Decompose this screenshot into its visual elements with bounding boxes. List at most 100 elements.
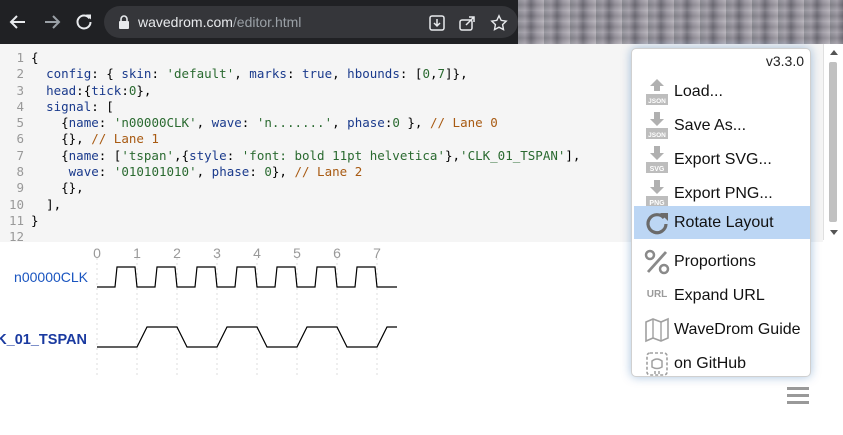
url-host: wavedrom.com	[138, 14, 233, 30]
right-edge-strip	[823, 240, 843, 435]
data-waveform	[97, 326, 397, 348]
code-token: 'tspan'	[121, 147, 175, 163]
menu-item-proportions[interactable]: Proportions	[634, 245, 810, 278]
line-number: 2	[16, 66, 24, 82]
tick-label: 0	[93, 245, 101, 261]
github-icon	[642, 349, 672, 379]
line-number: 4	[16, 98, 24, 114]
lane-name-clk-01-tspan: CLK_01_TSPAN	[0, 332, 87, 348]
code-token: 'CLK_01_TSPAN'	[460, 147, 566, 163]
code-token: ,	[332, 115, 348, 131]
code-token: {},	[61, 180, 84, 196]
menu-item-label: Export SVG...	[674, 150, 772, 168]
address-bar[interactable]: wavedrom.com/editor.html	[104, 6, 518, 38]
reload-button[interactable]	[70, 8, 98, 36]
code-token: :	[121, 82, 129, 98]
line-number-gutter: 1 2 3 4 5 6 7 8 9 10 11 12	[0, 50, 24, 246]
menu-item-label: Rotate Layout	[674, 213, 774, 231]
code-token: :	[98, 164, 114, 180]
code-token: ,	[196, 115, 212, 131]
code-token: :	[249, 164, 265, 180]
code-token: ],	[46, 196, 62, 212]
line-number: 5	[16, 115, 24, 131]
code-line-5: {name: 'n00000CLK', wave: 'n.......', ph…	[31, 115, 580, 131]
code-token: 'n.......'	[256, 115, 333, 131]
code-token: true	[302, 66, 333, 82]
menu-item-load[interactable]: JSON Load...	[634, 75, 810, 108]
line-number: 9	[16, 180, 24, 196]
lock-icon	[119, 15, 129, 29]
clock-waveform	[97, 266, 397, 288]
code-token: 0	[422, 66, 430, 82]
code-token: : {	[91, 66, 122, 82]
scroll-down-arrow-icon[interactable]	[830, 230, 838, 235]
menu-item-rotate-layout[interactable]: Rotate Layout	[634, 206, 810, 239]
menu-item-wavedrom-guide[interactable]: WaveDrom Guide	[634, 313, 810, 346]
code-token: skin	[121, 66, 152, 82]
code-token: :	[286, 66, 302, 82]
code-token: :	[226, 147, 242, 163]
share-icon[interactable]	[458, 14, 476, 32]
code-token: tick	[91, 82, 122, 98]
svg-text:URL: URL	[647, 289, 668, 300]
line-number: 3	[16, 82, 24, 98]
export-png-icon: PNG	[642, 179, 672, 209]
code-token: {	[61, 115, 69, 131]
hamburger-menu-icon[interactable]	[787, 387, 809, 409]
forward-button[interactable]	[38, 8, 66, 36]
percent-icon	[642, 247, 672, 277]
code-token: :	[98, 115, 114, 131]
hamburger-line	[787, 401, 809, 404]
tick-label: 6	[333, 245, 341, 261]
url-text: wavedrom.com/editor.html	[138, 14, 301, 30]
star-icon[interactable]	[490, 14, 508, 32]
code-line-7: {name: ['tspan',{style: 'font: bold 11pt…	[31, 148, 580, 164]
line-number: 8	[16, 164, 24, 180]
main-menu-dropdown: v3.3.0 JSON Load... JSON Save As... SVG …	[631, 48, 811, 377]
code-token: ],	[565, 147, 581, 163]
code-text[interactable]: { config: { skin: 'default', marks: true…	[31, 50, 580, 246]
back-arrow-icon	[9, 15, 25, 29]
url-icon: URL	[642, 281, 672, 311]
code-token: ,{	[174, 147, 190, 163]
code-token: },	[271, 164, 295, 180]
code-token: ]},	[445, 66, 468, 82]
code-token: marks	[249, 66, 287, 82]
menu-item-github[interactable]: on GitHub	[634, 347, 810, 380]
tick-label: 7	[373, 245, 381, 261]
menu-item-label: Save As...	[674, 116, 747, 134]
back-button[interactable]	[4, 8, 32, 36]
code-token: ,	[234, 66, 250, 82]
code-token: signal	[46, 98, 92, 114]
code-token: {},	[61, 131, 92, 147]
code-comment: // Lane 2	[294, 164, 363, 180]
code-comment: // Lane 1	[91, 131, 159, 147]
tick-label: 4	[253, 245, 261, 261]
forward-arrow-icon	[45, 15, 61, 29]
code-line-1: {	[31, 50, 580, 66]
code-token: '010101010'	[113, 164, 197, 180]
scrollbar-thumb[interactable]	[829, 62, 837, 222]
export-svg-icon: SVG	[642, 145, 672, 175]
menu-item-label: WaveDrom Guide	[674, 320, 801, 338]
code-token: {	[61, 147, 69, 163]
code-line-11: }	[31, 213, 580, 229]
code-token: },	[136, 82, 152, 98]
code-line-9: {},	[31, 180, 580, 196]
menu-item-expand-url[interactable]: URL Expand URL	[634, 279, 810, 312]
code-line-8: wave: '010101010', phase: 0}, // Lane 2	[31, 164, 580, 180]
svg-text:SVG: SVG	[650, 166, 665, 173]
editor-scrollbar[interactable]	[823, 44, 843, 242]
code-token: ,	[332, 66, 348, 82]
scroll-up-arrow-icon[interactable]	[830, 50, 838, 55]
code-token: wave	[68, 164, 99, 180]
menu-item-export-svg[interactable]: SVG Export SVG...	[634, 143, 810, 176]
code-token: 'font: bold 11pt helvetica'	[241, 147, 445, 163]
download-icon[interactable]	[428, 14, 446, 32]
code-token: }	[31, 212, 39, 228]
blurred-toolbar-overlay	[518, 0, 843, 44]
code-token: name	[68, 115, 99, 131]
version-label: v3.3.0	[765, 53, 804, 69]
code-token: ,	[429, 66, 438, 82]
menu-item-save-as[interactable]: JSON Save As...	[634, 109, 810, 142]
